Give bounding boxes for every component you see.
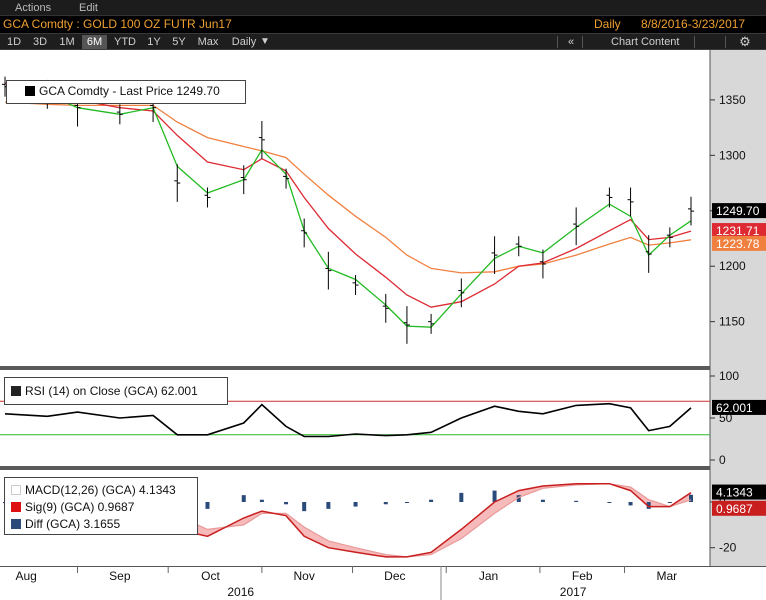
diff-bar [492,490,497,502]
macd-badge-label: 0.9687 [716,502,753,516]
price-y-tick-label: 1150 [719,315,745,329]
macd-y-tick-label: -20 [719,541,737,555]
price-ma-line-2 [4,82,692,308]
diff-bar [383,502,388,505]
x-month-label: Sep [109,569,131,583]
sig-legend-label: Sig(9) (GCA) 0.9687 [25,500,135,514]
sig-legend-item: Sig(9) (GCA) 0.9687 [11,499,197,516]
x-month-label: Nov [294,569,315,583]
rsi-badge-label: 62.001 [716,401,753,415]
diff-bar [326,502,331,509]
legend-swatch-sig [11,502,21,512]
macd-legend-label: MACD(12,26) (GCA) 4.1343 [25,483,176,497]
diff-legend-item: Diff (GCA) 3.1655 [11,516,197,533]
diff-bar [404,502,409,503]
rsi-y-tick-label: 100 [719,369,739,383]
price-y-tick-label: 1350 [719,93,746,107]
diff-bar [607,502,612,503]
diff-bar [574,500,579,502]
diff-bar [241,495,246,502]
diff-bar [667,502,672,503]
legend-swatch-price [25,86,35,96]
legend-swatch-rsi [11,386,21,396]
diff-bar [459,492,464,502]
legend-swatch-diff [11,519,21,529]
x-month-label: Aug [15,569,36,583]
diff-bar [259,499,264,502]
price-badge-label: 1223.78 [716,237,760,251]
diff-bar [689,494,693,502]
x-month-label: Dec [384,569,405,583]
diff-bar [284,502,289,505]
price-y-tick-label: 1200 [719,259,746,273]
diff-bar [205,502,210,509]
panel-divider [0,466,766,470]
x-month-label: Jan [479,569,498,583]
price-legend[interactable]: GCA Comdty - Last Price 1249.70 [6,80,246,104]
macd-legend-item: MACD(12,26) (GCA) 4.1343 [11,482,197,499]
rsi-line [4,402,692,438]
rsi-legend-label: RSI (14) on Close (GCA) 62.001 [25,384,198,398]
diff-bar [429,499,434,502]
bloomberg-chart-window: Actions Edit GCA Comdty : GOLD 100 OZ FU… [0,0,766,600]
x-axis-line [0,566,766,567]
price-y-tick-label: 1300 [719,148,746,162]
diff-bar [353,502,358,507]
price-ma-line-1 [4,85,692,328]
diff-bar [540,499,545,502]
x-month-label: Feb [572,569,593,583]
rsi-y-tick-label: 0 [719,453,726,467]
diff-legend-label: Diff (GCA) 3.1655 [25,517,121,531]
price-badge-label: 1249.70 [716,204,760,218]
x-month-label: Mar [656,569,677,583]
diff-bar [628,502,633,506]
x-month-label: Oct [201,569,220,583]
legend-swatch-macd [11,485,21,495]
price-legend-label: GCA Comdty - Last Price 1249.70 [39,84,220,98]
panel-divider [0,366,766,370]
x-year-label: 2016 [227,585,254,599]
rsi-legend[interactable]: RSI (14) on Close (GCA) 62.001 [4,377,228,405]
diff-bar [302,502,307,512]
x-year-label: 2017 [560,585,587,599]
macd-legend[interactable]: MACD(12,26) (GCA) 4.1343 Sig(9) (GCA) 0.… [4,477,198,535]
macd-badge-label: 4.1343 [716,486,753,500]
